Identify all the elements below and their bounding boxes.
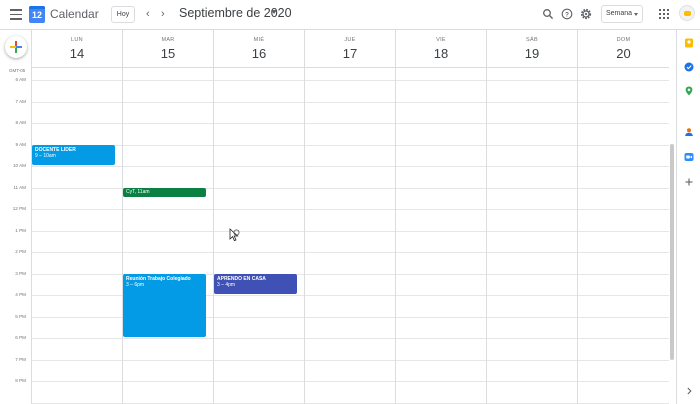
day-header-sat[interactable]: SÁB 19 <box>486 30 577 68</box>
hour-line <box>31 252 669 253</box>
hour-label: 10 AM <box>12 163 26 168</box>
hour-label: 11 AM <box>13 184 26 190</box>
event-time: 9 – 10am <box>35 153 56 159</box>
event-time: 3 – 6pm <box>126 282 145 288</box>
day-divider <box>486 30 487 404</box>
menu-icon[interactable] <box>10 9 22 20</box>
day-of-week: MIÉ <box>253 37 265 43</box>
prev-week-button[interactable]: ‹ <box>146 7 150 21</box>
day-header-tue[interactable]: MAR 15 <box>122 30 213 68</box>
help-icon[interactable]: ? <box>561 8 573 20</box>
day-divider <box>395 30 396 404</box>
hour-line <box>31 80 669 81</box>
view-selector[interactable]: Semana <box>601 5 643 23</box>
side-panel <box>676 30 700 404</box>
hour-label: 8 AM <box>15 120 26 125</box>
day-divider <box>122 30 123 404</box>
day-header-thu[interactable]: JUE 17 <box>304 30 395 68</box>
day-divider <box>304 30 305 404</box>
grid-scrollbar[interactable] <box>669 68 675 404</box>
day-divider <box>213 30 214 404</box>
hour-line <box>31 381 669 382</box>
day-number[interactable]: 19 <box>487 46 577 61</box>
hour-label: 6 AM <box>15 77 26 82</box>
create-button[interactable] <box>5 36 27 58</box>
hour-label: 2 PM <box>15 249 26 254</box>
hour-label: 1 PM <box>15 227 26 233</box>
svg-text:?: ? <box>565 11 569 18</box>
event-title: CyT, 11am <box>126 188 150 195</box>
hour-line <box>31 402 669 404</box>
day-header-fri[interactable]: VIE 18 <box>395 30 486 68</box>
day-of-week: DOM <box>616 37 631 43</box>
event-docente-lider[interactable]: DOCENTE LIDER 9 – 10am <box>32 144 115 165</box>
hour-label: 5 PM <box>15 313 26 319</box>
chevron-right-icon[interactable] <box>684 386 694 396</box>
hour-label: 9 AM <box>15 141 26 147</box>
search-icon[interactable] <box>542 8 554 20</box>
hour-line <box>31 101 669 103</box>
day-number[interactable]: 14 <box>32 46 122 61</box>
hour-line <box>31 144 669 146</box>
day-headers: LUN 14 MAR 15 MIÉ 16 JUE 17 VIE 18 SÁB 1… <box>31 30 669 68</box>
hour-label: 4 PM <box>15 292 26 297</box>
tasks-icon[interactable] <box>684 62 694 72</box>
view-selector-label: Semana <box>606 10 633 17</box>
day-of-week: MAR <box>161 37 175 43</box>
settings-icon[interactable] <box>580 8 592 20</box>
contacts-icon[interactable] <box>684 127 694 137</box>
top-bar: 12 Calendar Hoy ‹ › Septiembre de 2020 ?… <box>0 0 700 30</box>
today-button[interactable]: Hoy <box>111 6 135 23</box>
hour-label: 8 PM <box>15 378 26 383</box>
hour-label: 6 PM <box>15 335 26 340</box>
calendar-logo: 12 <box>29 6 45 23</box>
apps-icon[interactable] <box>659 9 669 19</box>
maps-icon[interactable] <box>684 86 694 96</box>
zoom-icon[interactable] <box>684 152 694 162</box>
day-header-sun[interactable]: DOM 20 <box>577 30 669 68</box>
hour-label: 7 AM <box>15 98 26 104</box>
mouse-cursor-icon <box>229 228 240 242</box>
event-reunion-trabajo-colegiado[interactable]: Reunión Trabajo Colegiado 3 – 6pm <box>123 273 206 337</box>
hour-label: 12 PM <box>12 206 26 211</box>
hour-line <box>31 359 669 361</box>
day-of-week: LUN <box>71 37 83 43</box>
chevron-down-icon <box>634 13 638 16</box>
day-header-wed[interactable]: MIÉ 16 <box>213 30 304 68</box>
day-number[interactable]: 16 <box>214 46 304 61</box>
chevron-down-icon[interactable] <box>271 10 277 14</box>
day-number[interactable]: 20 <box>578 46 669 61</box>
scrollbar-thumb[interactable] <box>670 144 674 360</box>
hour-line <box>31 166 669 167</box>
keep-icon[interactable] <box>684 38 694 48</box>
timezone-label: GMT-05 <box>9 68 26 73</box>
hour-label: 3 PM <box>15 270 26 276</box>
hour-label: 7 PM <box>15 356 26 362</box>
hour-line <box>31 338 669 339</box>
hour-line <box>31 123 669 124</box>
account-avatar[interactable] <box>679 5 695 21</box>
day-number[interactable]: 17 <box>305 46 395 61</box>
day-divider <box>31 30 32 404</box>
all-day-divider <box>31 67 669 68</box>
hour-line <box>31 230 669 232</box>
hour-line <box>31 209 669 210</box>
event-time: 3 – 4pm <box>217 282 236 288</box>
event-aprendo-en-casa[interactable]: APRENDO EN CASA 3 – 4pm <box>214 273 297 294</box>
day-header-mon[interactable]: LUN 14 <box>31 30 122 68</box>
logo-day: 12 <box>31 10 42 20</box>
day-divider <box>577 30 578 404</box>
day-of-week: SÁB <box>526 37 538 43</box>
day-of-week: VIE <box>436 37 446 43</box>
next-week-button[interactable]: › <box>161 7 165 21</box>
day-number[interactable]: 18 <box>396 46 486 61</box>
event-cyt[interactable]: CyT, 11am <box>123 187 206 198</box>
week-grid[interactable]: DOCENTE LIDER 9 – 10am CyT, 11am Reunión… <box>31 30 669 404</box>
add-addon-icon[interactable] <box>684 177 694 187</box>
day-number[interactable]: 15 <box>123 46 213 61</box>
day-of-week: JUE <box>344 37 356 43</box>
app-title: Calendar <box>50 7 99 21</box>
plus-icon <box>10 41 22 53</box>
